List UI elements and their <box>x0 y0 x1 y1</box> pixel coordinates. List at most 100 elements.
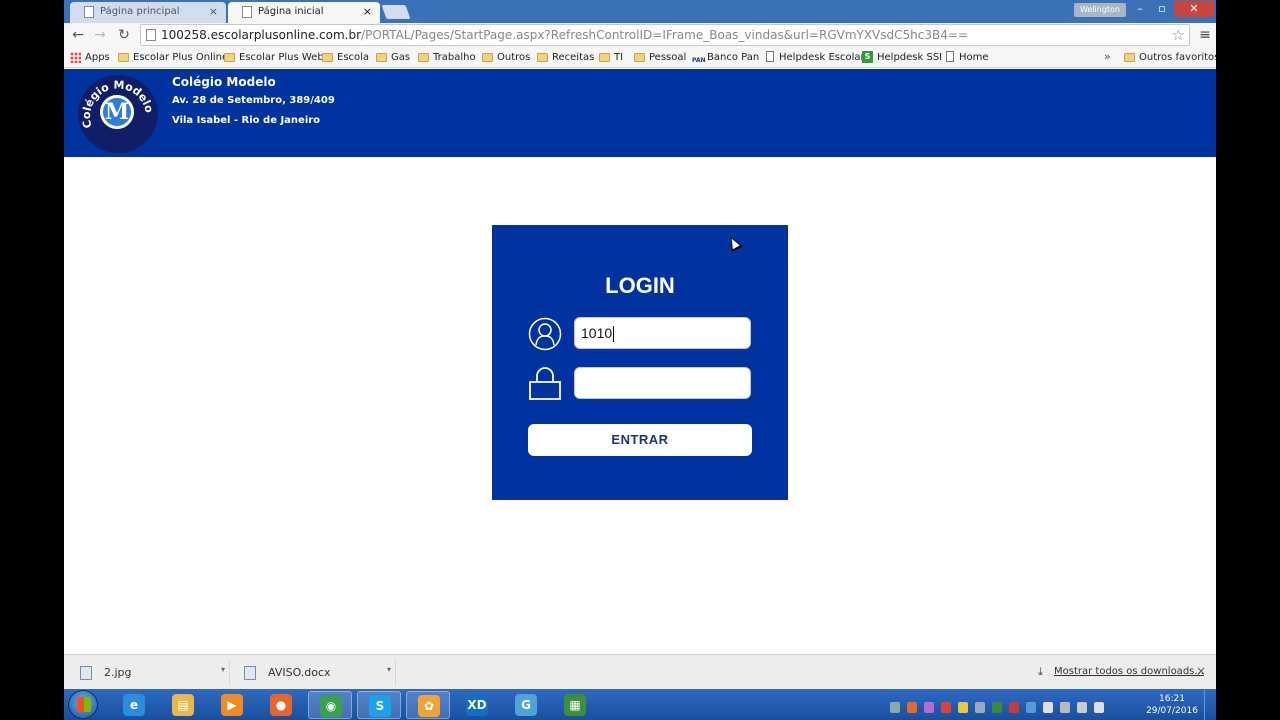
bookmarks-overflow-icon[interactable]: » <box>1104 50 1111 63</box>
taskbar-flower-app[interactable]: ✿ <box>406 691 450 719</box>
clock-date: 29/07/2016 <box>1146 706 1198 716</box>
school-address-line2: Vila Isabel - Rio de Janeiro <box>172 115 321 126</box>
taskbar-firefox[interactable]: ● <box>259 691 303 719</box>
taskbar-file-explorer[interactable]: ▤ <box>161 691 205 719</box>
map-app-icon: ▦ <box>564 694 586 716</box>
folder-icon <box>118 53 129 62</box>
screen: Página principal × Página inicial × Weli… <box>64 0 1216 720</box>
word-file-icon <box>244 666 256 680</box>
chevron-down-icon[interactable]: ▾ <box>221 657 225 683</box>
show-all-downloads-link[interactable]: ⤓ Mostrar todos os downloads... <box>1038 665 1204 678</box>
internet-explorer-icon: e <box>123 694 145 716</box>
folder-icon <box>634 53 645 62</box>
forward-button[interactable]: → <box>90 25 110 45</box>
folder-icon <box>482 53 493 62</box>
globe-app-icon: G <box>515 694 537 716</box>
bookmarks-bar: Apps Escolar Plus Online Escolar Plus We… <box>64 47 1216 68</box>
taskbar-intel-xdk[interactable]: XD <box>455 691 499 719</box>
folder-icon <box>1124 53 1135 62</box>
bookmark-helpdesk-ssi[interactable]: S Helpdesk SSI <box>862 50 942 65</box>
system-tray <box>890 697 1111 713</box>
page-icon <box>146 29 156 41</box>
firefox-icon: ● <box>270 694 292 716</box>
download-item[interactable]: AVISO.docx ▾ <box>234 660 396 686</box>
logo-letter: M <box>100 95 134 129</box>
page-icon <box>84 6 94 18</box>
school-logo[interactable]: Colégio Modelo M <box>78 75 158 153</box>
media-player-icon: ▶ <box>221 694 243 716</box>
taskbar-globe-app[interactable]: G <box>504 691 548 719</box>
bookmark-other-favorites[interactable]: Outros favoritos <box>1124 50 1216 65</box>
folder-icon <box>599 53 610 62</box>
address-bar[interactable]: 100258.escolarplusonline.com.br/PORTAL/P… <box>140 24 1190 46</box>
menu-icon[interactable]: ≡ <box>1196 25 1214 45</box>
taskbar-clock[interactable]: 16:21 29/07/2016 <box>1146 693 1198 717</box>
bookmark-folder[interactable]: Receitas <box>537 50 594 65</box>
window-user-badge[interactable]: Welington <box>1074 3 1126 17</box>
start-button[interactable] <box>68 690 98 719</box>
url-text: 100258.escolarplusonline.com.br/PORTAL/P… <box>161 28 968 42</box>
login-title: LOGIN <box>605 273 675 298</box>
back-button[interactable]: ← <box>68 25 88 45</box>
site-header: Colégio Modelo M Colégio Modelo Av. 28 d… <box>64 69 1216 157</box>
bookmark-folder[interactable]: TI <box>599 50 623 65</box>
taskbar-skype[interactable]: S <box>357 691 401 719</box>
ssi-icon: S <box>862 51 873 63</box>
download-item[interactable]: 2.jpg ▾ <box>70 660 230 686</box>
folder-icon <box>376 53 387 62</box>
close-window-button[interactable]: ✕ <box>1174 1 1214 17</box>
bookmark-folder[interactable]: Escolar Plus Web <box>224 50 324 65</box>
tab-close-icon[interactable]: × <box>209 2 218 22</box>
skype-icon: S <box>369 695 391 717</box>
user-icon <box>528 317 562 351</box>
bookmark-folder[interactable]: Escolar Plus Online <box>118 50 228 65</box>
taskbar-map-app[interactable]: ▦ <box>553 691 597 719</box>
folder-icon <box>418 53 429 62</box>
bookmark-apps[interactable]: Apps <box>70 50 110 65</box>
lock-icon <box>529 367 561 400</box>
new-tab-button[interactable] <box>381 5 411 19</box>
bookmark-folder[interactable]: Outros <box>482 50 530 65</box>
tab-pagina-principal[interactable]: Página principal × <box>70 2 226 23</box>
bookmark-banco-pan[interactable]: PAN Banco Pan <box>692 50 759 65</box>
show-desktop-button[interactable] <box>1204 689 1216 720</box>
tab-pagina-inicial[interactable]: Página inicial × <box>228 2 380 23</box>
chrome-icon: ◉ <box>320 695 342 717</box>
close-download-shelf-icon[interactable]: × <box>1196 664 1206 678</box>
tab-label: Página inicial <box>258 6 324 17</box>
file-explorer-icon: ▤ <box>172 694 194 716</box>
image-file-icon <box>80 666 92 680</box>
browser-toolbar: ← → ↻ 100258.escolarplusonline.com.br/PO… <box>64 23 1216 47</box>
windows-taskbar: e ▤ ▶ ● ◉ S ✿ XD G ▦ 16:21 29/07/2016 <box>64 689 1216 720</box>
chevron-down-icon[interactable]: ▾ <box>387 657 391 683</box>
bookmark-folder[interactable]: Escola <box>322 50 369 65</box>
taskbar-internet-explorer[interactable]: e <box>112 691 156 719</box>
username-input[interactable]: 1010 <box>574 317 751 349</box>
bookmark-folder[interactable]: Gas <box>376 50 410 65</box>
browser-tab-strip: Página principal × Página inicial × Weli… <box>64 0 1216 23</box>
bookmark-page[interactable]: Home <box>944 50 989 65</box>
bookmark-folder[interactable]: Pessoal <box>634 50 686 65</box>
login-submit-button[interactable]: ENTRAR <box>528 424 752 456</box>
download-icon: ⤓ <box>1038 665 1043 678</box>
minimize-button[interactable]: – <box>1130 1 1150 17</box>
maximize-button[interactable]: ▫ <box>1152 1 1172 17</box>
apps-icon <box>70 52 81 63</box>
page-icon <box>766 51 774 62</box>
windows-logo-icon <box>77 697 91 712</box>
folder-icon <box>224 53 235 62</box>
folder-icon <box>537 53 548 62</box>
password-input[interactable] <box>574 367 751 399</box>
intel-xdk-icon: XD <box>466 694 488 716</box>
taskbar-chrome[interactable]: ◉ <box>308 691 352 719</box>
bookmark-folder[interactable]: Trabalho <box>418 50 476 65</box>
bookmark-page[interactable]: Helpdesk Escolar <box>764 50 865 65</box>
pan-icon: PAN <box>692 57 706 64</box>
bookmark-star-icon[interactable]: ☆ <box>1172 25 1185 45</box>
taskbar-media-player[interactable]: ▶ <box>210 691 254 719</box>
folder-icon <box>322 53 333 62</box>
reload-button[interactable]: ↻ <box>114 25 134 45</box>
page-icon <box>946 51 954 62</box>
tab-close-icon[interactable]: × <box>363 2 372 22</box>
text-caret <box>613 326 615 343</box>
